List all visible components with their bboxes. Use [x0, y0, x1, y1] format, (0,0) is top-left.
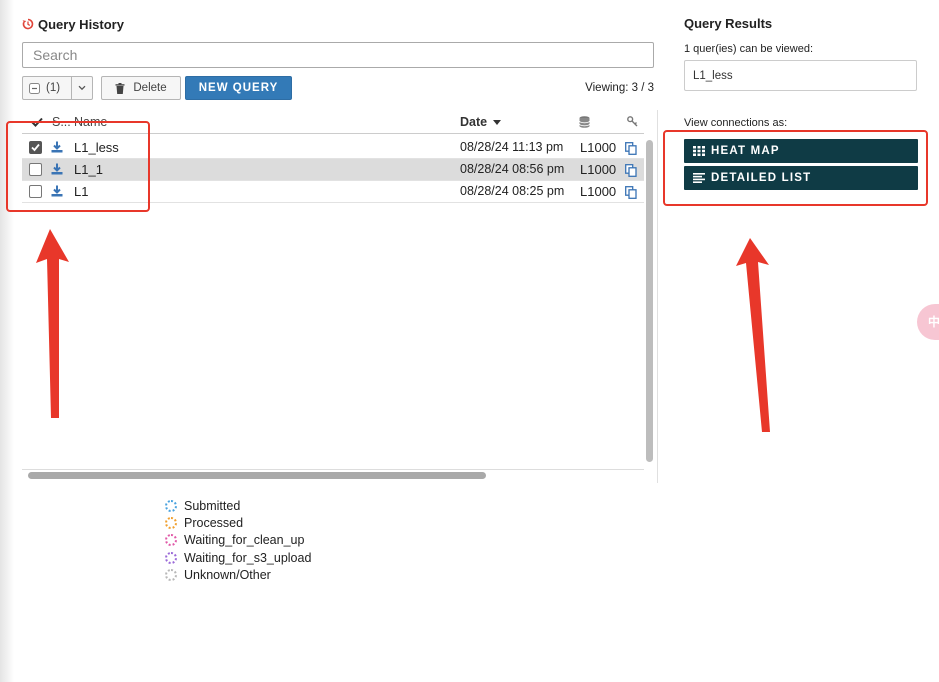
- arrow-right: [736, 238, 770, 432]
- arrow-left: [36, 229, 69, 418]
- annotation-arrows: [36, 229, 770, 432]
